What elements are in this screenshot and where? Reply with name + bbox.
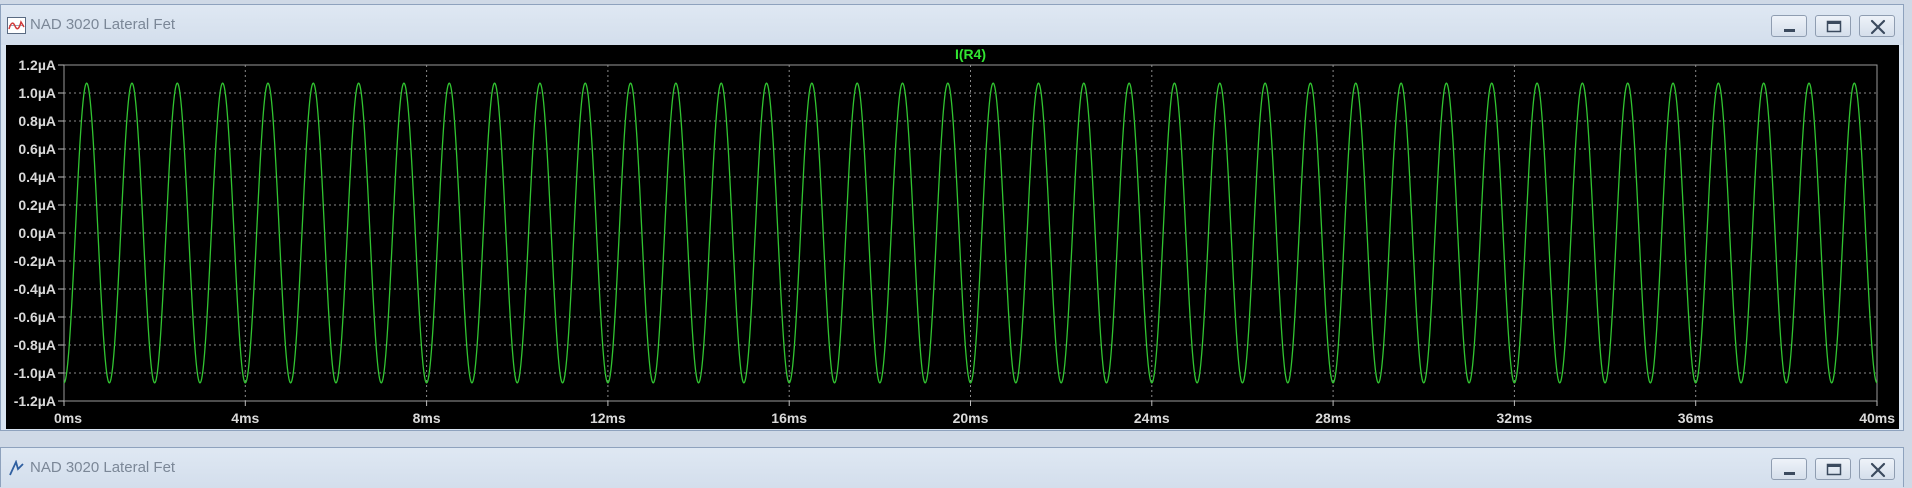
minimize-button[interactable] bbox=[1771, 458, 1807, 480]
x-tick-label: 32ms bbox=[1496, 410, 1532, 426]
second-waveform-window[interactable]: NAD 3020 Lateral Fet bbox=[0, 447, 1904, 488]
y-tick-label: -0.4µA bbox=[14, 281, 56, 297]
title-bar[interactable]: NAD 3020 Lateral Fet bbox=[1, 448, 1903, 488]
y-tick-label: 0.6µA bbox=[18, 141, 56, 157]
close-button[interactable] bbox=[1859, 15, 1895, 37]
y-tick-label: 0.2µA bbox=[18, 197, 56, 213]
y-tick-label: -0.8µA bbox=[14, 337, 56, 353]
y-tick-label: -1.0µA bbox=[14, 365, 56, 381]
x-tick-label: 24ms bbox=[1134, 410, 1170, 426]
close-button[interactable] bbox=[1859, 458, 1895, 480]
maximize-icon bbox=[1826, 463, 1842, 476]
y-tick-label: 0.8µA bbox=[18, 113, 56, 129]
waveform-chart[interactable]: I(R4) 1.2µA 1.0µA 0.8µA 0.6µA 0.4µA 0.2µA 0.0µ… bbox=[6, 45, 1899, 429]
window-title: NAD 3020 Lateral Fet bbox=[30, 16, 176, 33]
x-tick-label: 28ms bbox=[1315, 410, 1351, 426]
maximize-button[interactable] bbox=[1815, 15, 1851, 37]
y-tick-label: 1.2µA bbox=[18, 57, 56, 73]
waveform-viewer-icon bbox=[7, 17, 26, 34]
y-tick-label: 1.0µA bbox=[18, 85, 56, 101]
x-tick-label: 40ms bbox=[1859, 410, 1895, 426]
close-icon bbox=[1870, 462, 1886, 478]
minimize-icon bbox=[1784, 29, 1795, 32]
window-title: NAD 3020 Lateral Fet bbox=[30, 459, 176, 476]
x-tick-label: 16ms bbox=[771, 410, 807, 426]
plot-area[interactable]: I(R4) 1.2µA 1.0µA 0.8µA 0.6µA 0.4µA 0.2µA 0.0µ… bbox=[6, 45, 1899, 429]
minimize-icon bbox=[1784, 472, 1795, 475]
y-tick-label: -1.2µA bbox=[14, 393, 56, 409]
x-tick-label: 36ms bbox=[1678, 410, 1714, 426]
y-tick-label: -0.2µA bbox=[14, 253, 56, 269]
maximize-icon bbox=[1826, 20, 1842, 33]
y-tick-label: -0.6µA bbox=[14, 309, 56, 325]
waveform-window[interactable]: NAD 3020 Lateral Fet I(R4) 1.2µA 1.0µA 0.8… bbox=[0, 4, 1904, 431]
minimize-button[interactable] bbox=[1771, 15, 1807, 37]
x-tick-label: 20ms bbox=[953, 410, 989, 426]
x-tick-label: 8ms bbox=[413, 410, 441, 426]
x-tick-label: 0ms bbox=[54, 410, 82, 426]
x-tick-label: 4ms bbox=[231, 410, 259, 426]
y-tick-label: 0.4µA bbox=[18, 169, 56, 185]
close-icon bbox=[1870, 19, 1886, 35]
title-bar[interactable]: NAD 3020 Lateral Fet bbox=[1, 5, 1903, 45]
y-tick-label: 0.0µA bbox=[18, 225, 56, 241]
maximize-button[interactable] bbox=[1815, 458, 1851, 480]
trace-label[interactable]: I(R4) bbox=[955, 46, 986, 62]
x-tick-label: 12ms bbox=[590, 410, 626, 426]
